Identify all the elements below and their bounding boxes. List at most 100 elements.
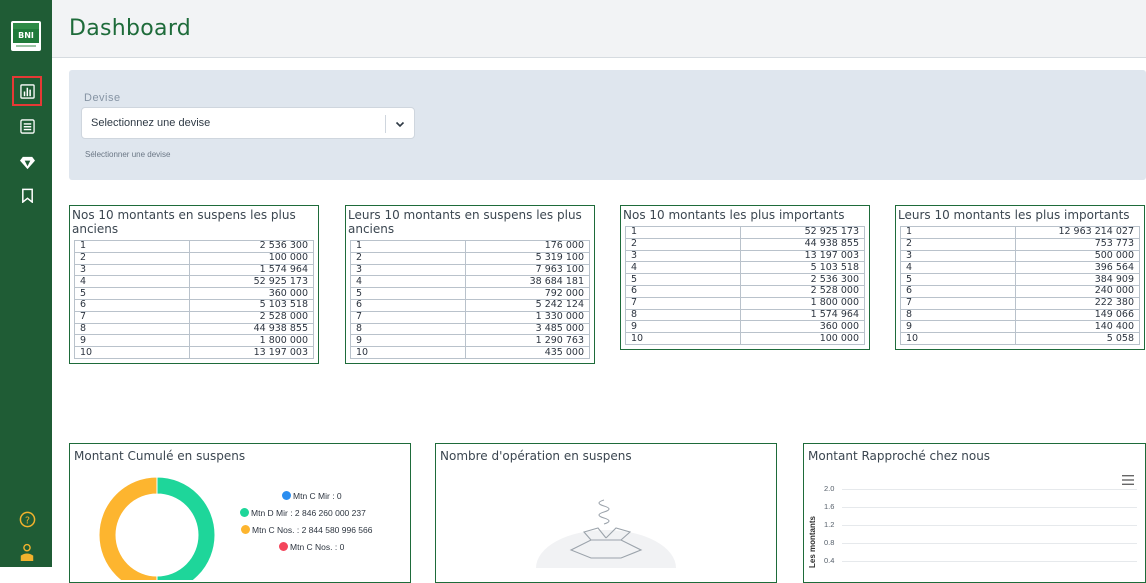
donut-slice[interactable]: [98, 476, 158, 580]
rank-cell: 5: [625, 273, 741, 286]
donut-chart: [98, 476, 216, 580]
amounts-table: 1 52 925 173 2 44 938 855 3 13 197 003 4 5 103 …: [625, 226, 866, 345]
table-row: 62 528 000: [625, 284, 866, 298]
table-row: 3 500 000: [900, 249, 1141, 263]
user-button[interactable]: [18, 543, 36, 562]
rank-cell: 10: [625, 332, 741, 345]
amount-cell: 52 925 173: [188, 275, 315, 289]
amount-cell: 1 330 000: [464, 310, 591, 324]
currency-label: Devise: [84, 92, 121, 104]
rank-cell: 2: [74, 251, 190, 265]
legend-item[interactable]: Mtn D Mir : 2 846 260 000 237: [240, 508, 366, 518]
bank-logo[interactable]: BNI: [11, 21, 41, 51]
table-row: 31 574 964: [74, 263, 315, 277]
rank-cell: 1: [74, 240, 190, 253]
amount-cell: 52 925 173: [739, 226, 866, 239]
amount-cell: 140 400: [1014, 320, 1141, 334]
rank-cell: 7: [900, 296, 1016, 310]
rank-cell: 8: [350, 322, 466, 336]
chart-card-rapproche: Montant Rapproché chez nous Les montants…: [803, 443, 1146, 583]
y-tick: 1.6: [824, 502, 835, 511]
donut-slice[interactable]: [156, 476, 216, 580]
rank-cell: 3: [350, 263, 466, 277]
rank-cell: 3: [900, 249, 1016, 263]
amount-cell: 100 000: [739, 332, 866, 345]
svg-text:?: ?: [24, 515, 29, 526]
amount-cell: 5 242 124: [464, 298, 591, 312]
amount-cell: 5 103 518: [739, 261, 866, 275]
table-row: 10 435 000: [350, 346, 591, 359]
nav-list[interactable]: [14, 113, 40, 139]
empty-box-icon: [536, 499, 676, 568]
rank-cell: 7: [74, 310, 190, 324]
rank-cell: 6: [350, 298, 466, 312]
amount-cell: 3 485 000: [464, 322, 591, 336]
rank-cell: 2: [350, 251, 466, 265]
table-card-ours-oldest: Nos 10 montants en suspens les plus anci…: [69, 205, 319, 364]
y-axis-title: Les montants: [808, 515, 817, 568]
rank-cell: 4: [74, 275, 190, 289]
amount-cell: 13 197 003: [188, 346, 315, 359]
rank-cell: 4: [625, 261, 741, 275]
nav-dashboard[interactable]: [12, 76, 42, 106]
amount-cell: 753 773: [1014, 237, 1141, 251]
rank-cell: 6: [74, 298, 190, 312]
amount-cell: 5 058: [1014, 332, 1141, 345]
table-row: 5 792 000: [350, 287, 591, 300]
table-row: 6 240 000: [900, 284, 1141, 298]
table-row: 5 384 909: [900, 273, 1141, 286]
table-row: 45 103 518: [625, 261, 866, 275]
nav-bookmark[interactable]: [14, 182, 40, 208]
gridline: [842, 561, 1137, 562]
amount-cell: 240 000: [1014, 284, 1141, 298]
gridline: [842, 489, 1137, 490]
table-row: 52 536 300: [625, 273, 866, 286]
legend-dot: [241, 525, 250, 534]
chevron-down-icon[interactable]: [394, 118, 406, 130]
amount-cell: 2 528 000: [739, 284, 866, 298]
table-row: 4 52 925 173: [74, 275, 315, 289]
legend-item[interactable]: Mtn C Mir : 0: [282, 491, 342, 501]
y-tick: 1.2: [824, 520, 835, 529]
table-row: 9 140 400: [900, 320, 1141, 334]
table-card-theirs-oldest: Leurs 10 montants en suspens les plus an…: [345, 205, 595, 364]
rank-cell: 3: [74, 263, 190, 277]
card-title: Montant Cumulé en suspens: [74, 449, 246, 463]
rank-cell: 5: [74, 287, 190, 300]
amount-cell: 1 800 000: [188, 334, 315, 348]
table-row: 37 963 100: [350, 263, 591, 277]
amount-cell: 13 197 003: [739, 249, 866, 263]
table-row: 72 528 000: [74, 310, 315, 324]
amount-cell: 12 963 214 027: [1014, 226, 1141, 239]
legend-item[interactable]: Mtn C Nos. : 2 844 580 996 566: [241, 525, 373, 535]
table-row: 4 396 564: [900, 261, 1141, 275]
table-row: 1 176 000: [350, 240, 591, 253]
nav-diamond[interactable]: [14, 149, 40, 175]
table-row: 10 5 058: [900, 332, 1141, 345]
rank-cell: 6: [900, 284, 1016, 298]
amount-cell: 222 380: [1014, 296, 1141, 310]
table-row: 1 12 963 214 027: [900, 226, 1141, 239]
table-row: 2 100 000: [74, 251, 315, 265]
table-row: 7 222 380: [900, 296, 1141, 310]
rank-cell: 8: [74, 322, 190, 336]
chart-card-cumul: Montant Cumulé en suspens Mtn C Mir : 0 …: [69, 443, 411, 583]
currency-select[interactable]: Selectionnez une devise: [81, 107, 415, 139]
amount-cell: 360 000: [188, 287, 315, 300]
table-row: 10 100 000: [625, 332, 866, 345]
amounts-table: 12 536 300 2 100 000 3 1 574 964 4 52 925 173 5…: [74, 240, 315, 359]
table-row: 3 13 197 003: [625, 249, 866, 263]
amounts-table: 1 12 963 214 027 2 753 773 3 500 000 4 396 564 5…: [900, 226, 1141, 345]
select-separator: [385, 115, 386, 133]
amount-cell: 2 536 300: [188, 240, 315, 253]
amount-cell: 38 684 181: [464, 275, 591, 289]
help-button[interactable]: ?: [18, 510, 36, 528]
amount-cell: 2 528 000: [188, 310, 315, 324]
amounts-table: 1 176 000 2 5 319 100 3 7 963 100 4 38 684 181 5…: [350, 240, 591, 359]
hamburger-menu-icon[interactable]: [1122, 475, 1134, 485]
rank-cell: 9: [900, 320, 1016, 334]
card-title: Nos 10 montants en suspens les plus anci…: [72, 208, 296, 236]
legend-item[interactable]: Mtn C Nos. : 0: [279, 542, 344, 552]
amount-cell: 1 290 763: [464, 334, 591, 348]
amount-cell: 435 000: [464, 346, 591, 359]
